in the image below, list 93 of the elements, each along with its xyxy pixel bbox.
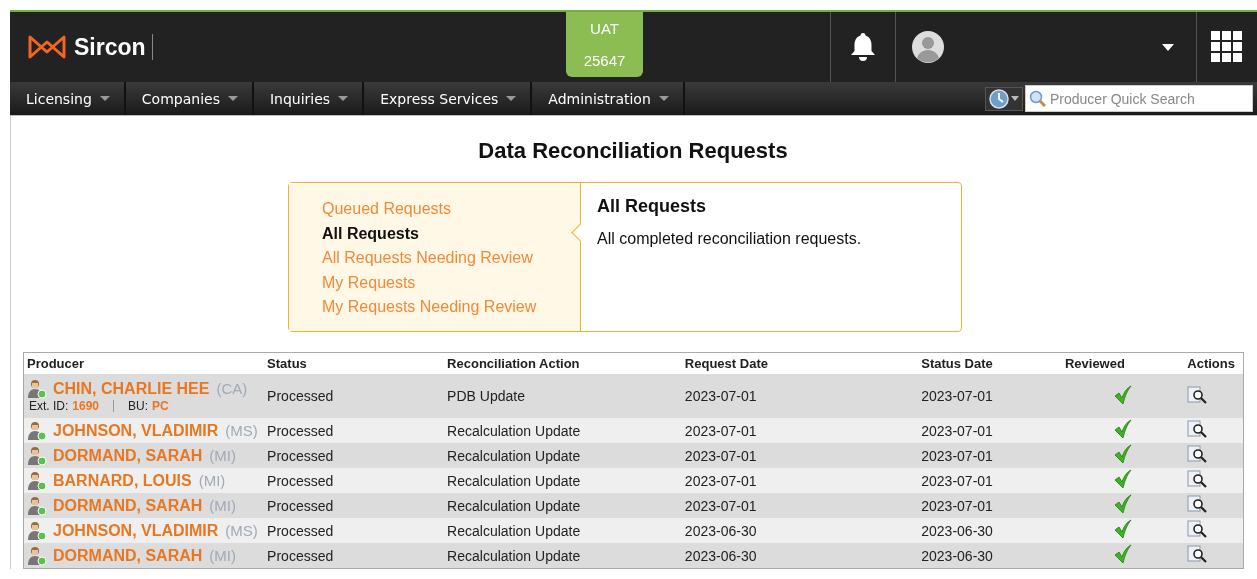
table-cell: Processed — [267, 447, 334, 464]
table-cell: 2023-06-30 — [921, 522, 993, 539]
filter-link[interactable]: Queued Requests — [322, 199, 451, 219]
table-cell: Processed — [267, 422, 334, 439]
bu-value: PC — [152, 399, 169, 413]
table-cell: 2023-07-01 — [921, 422, 993, 439]
table-cell: Processed — [267, 497, 334, 514]
producer-link[interactable]: CHIN, CHARLIE HEE — [53, 380, 210, 397]
column-header: Reconciliation Action — [444, 352, 682, 374]
caret-icon[interactable] — [1011, 96, 1019, 101]
table-cell: 2023-07-01 — [684, 422, 757, 439]
filter-link[interactable]: My Requests Needing Review — [322, 297, 537, 317]
view-details-icon[interactable] — [1187, 545, 1208, 563]
table-cell: 2023-07-01 — [921, 472, 993, 489]
column-header: Reviewed — [1061, 352, 1185, 374]
producer-link[interactable]: DORMAND, SARAH — [53, 546, 203, 564]
producer-link[interactable]: DORMAND, SARAH — [53, 496, 203, 514]
filter-link[interactable]: All Requests — [322, 223, 419, 243]
table-cell: PDB Update — [447, 388, 525, 404]
ext-id-value: 1690 — [72, 399, 100, 413]
filter-link[interactable]: All Requests Needing Review — [322, 248, 533, 268]
table-cell: 2023-07-01 — [684, 497, 757, 514]
ext-id-label: Ext. ID: — [29, 399, 69, 413]
environment-name: UAT — [590, 19, 619, 37]
nav-menu[interactable]: Administration — [532, 82, 685, 115]
table-cell: 2023-07-01 — [684, 472, 757, 489]
logo-icon — [28, 34, 66, 60]
table-cell: 2023-06-30 — [684, 547, 757, 564]
table-cell: Recalculation Update — [447, 447, 581, 464]
table-cell: 2023-06-30 — [921, 547, 993, 564]
view-details-icon[interactable] — [1187, 385, 1208, 404]
column-header: Producer — [23, 352, 265, 374]
view-details-icon[interactable] — [1187, 470, 1208, 488]
producer-icon — [27, 470, 47, 491]
environment-number: 25647 — [583, 52, 626, 70]
table-cell: Processed — [267, 472, 334, 489]
table-cell: Recalculation Update — [447, 522, 581, 539]
column-header: Request Date — [681, 352, 919, 374]
nav-menu[interactable]: Express Services — [364, 82, 533, 115]
producer-link[interactable]: JOHNSON, VLADIMIR — [53, 521, 219, 539]
producer-state: (CA) — [216, 380, 248, 397]
view-details-icon[interactable] — [1187, 495, 1208, 513]
nav-menu[interactable]: Licensing — [10, 82, 126, 115]
column-header: Actions — [1184, 352, 1244, 374]
producer-state: (MS) — [225, 421, 258, 439]
clock-icon[interactable] — [989, 88, 1009, 109]
table-cell: 2023-07-01 — [921, 447, 993, 464]
producer-link[interactable]: DORMAND, SARAH — [53, 446, 203, 464]
table-cell: 2023-07-01 — [921, 497, 993, 514]
table-cell: Recalculation Update — [447, 547, 581, 564]
search-icon — [1029, 90, 1046, 107]
column-header: Status — [264, 352, 445, 374]
caret-icon[interactable] — [1162, 43, 1174, 51]
nav-menu[interactable]: Companies — [125, 82, 254, 115]
producer-state: (MI) — [209, 546, 236, 564]
table-cell: Processed — [267, 547, 334, 564]
bell-icon[interactable] — [849, 32, 877, 62]
producer-icon — [27, 520, 47, 541]
history-button[interactable] — [985, 86, 1023, 111]
avatar-icon[interactable] — [912, 31, 944, 63]
table-cell: Recalculation Update — [447, 472, 581, 489]
producer-icon — [27, 420, 47, 441]
nav-menu[interactable]: Inquiries — [253, 82, 365, 115]
producer-link[interactable]: BARNARD, LOUIS — [53, 471, 192, 489]
table-cell: 2023-07-01 — [684, 447, 757, 464]
producer-link[interactable]: JOHNSON, VLADIMIR — [53, 421, 219, 439]
producer-icon — [27, 545, 47, 566]
producer-icon — [27, 379, 47, 399]
page-title: Data Reconciliation Requests — [477, 138, 789, 164]
table-cell: 2023-07-01 — [921, 388, 993, 404]
producer-state: (MI) — [209, 446, 236, 464]
producer-search-field[interactable]: Producer Quick Search — [1025, 85, 1253, 112]
producer-icon — [27, 445, 47, 466]
brand-name: Sircon — [74, 34, 153, 60]
producer-state: (MI) — [198, 471, 226, 489]
view-details-icon[interactable] — [1187, 420, 1208, 438]
detail-description: All completed reconciliation requests. — [597, 230, 862, 248]
producer-icon — [27, 495, 47, 516]
table-cell: Recalculation Update — [447, 422, 581, 439]
table-cell: 2023-06-30 — [684, 522, 757, 539]
apps-grid-icon[interactable] — [1211, 31, 1243, 63]
producer-state: (MS) — [225, 521, 258, 539]
table-cell: Processed — [267, 388, 334, 404]
detail-title: All Requests — [597, 196, 708, 217]
table-cell: Processed — [267, 522, 334, 539]
view-details-icon[interactable] — [1187, 520, 1208, 538]
filter-link[interactable]: My Requests — [322, 272, 416, 292]
bu-label: BU: — [128, 399, 149, 413]
table-cell: 2023-07-01 — [684, 388, 757, 404]
view-details-icon[interactable] — [1187, 445, 1208, 463]
producer-state: (MI) — [209, 496, 236, 514]
column-header: Status Date — [918, 352, 1062, 374]
table-cell: Recalculation Update — [447, 497, 581, 514]
